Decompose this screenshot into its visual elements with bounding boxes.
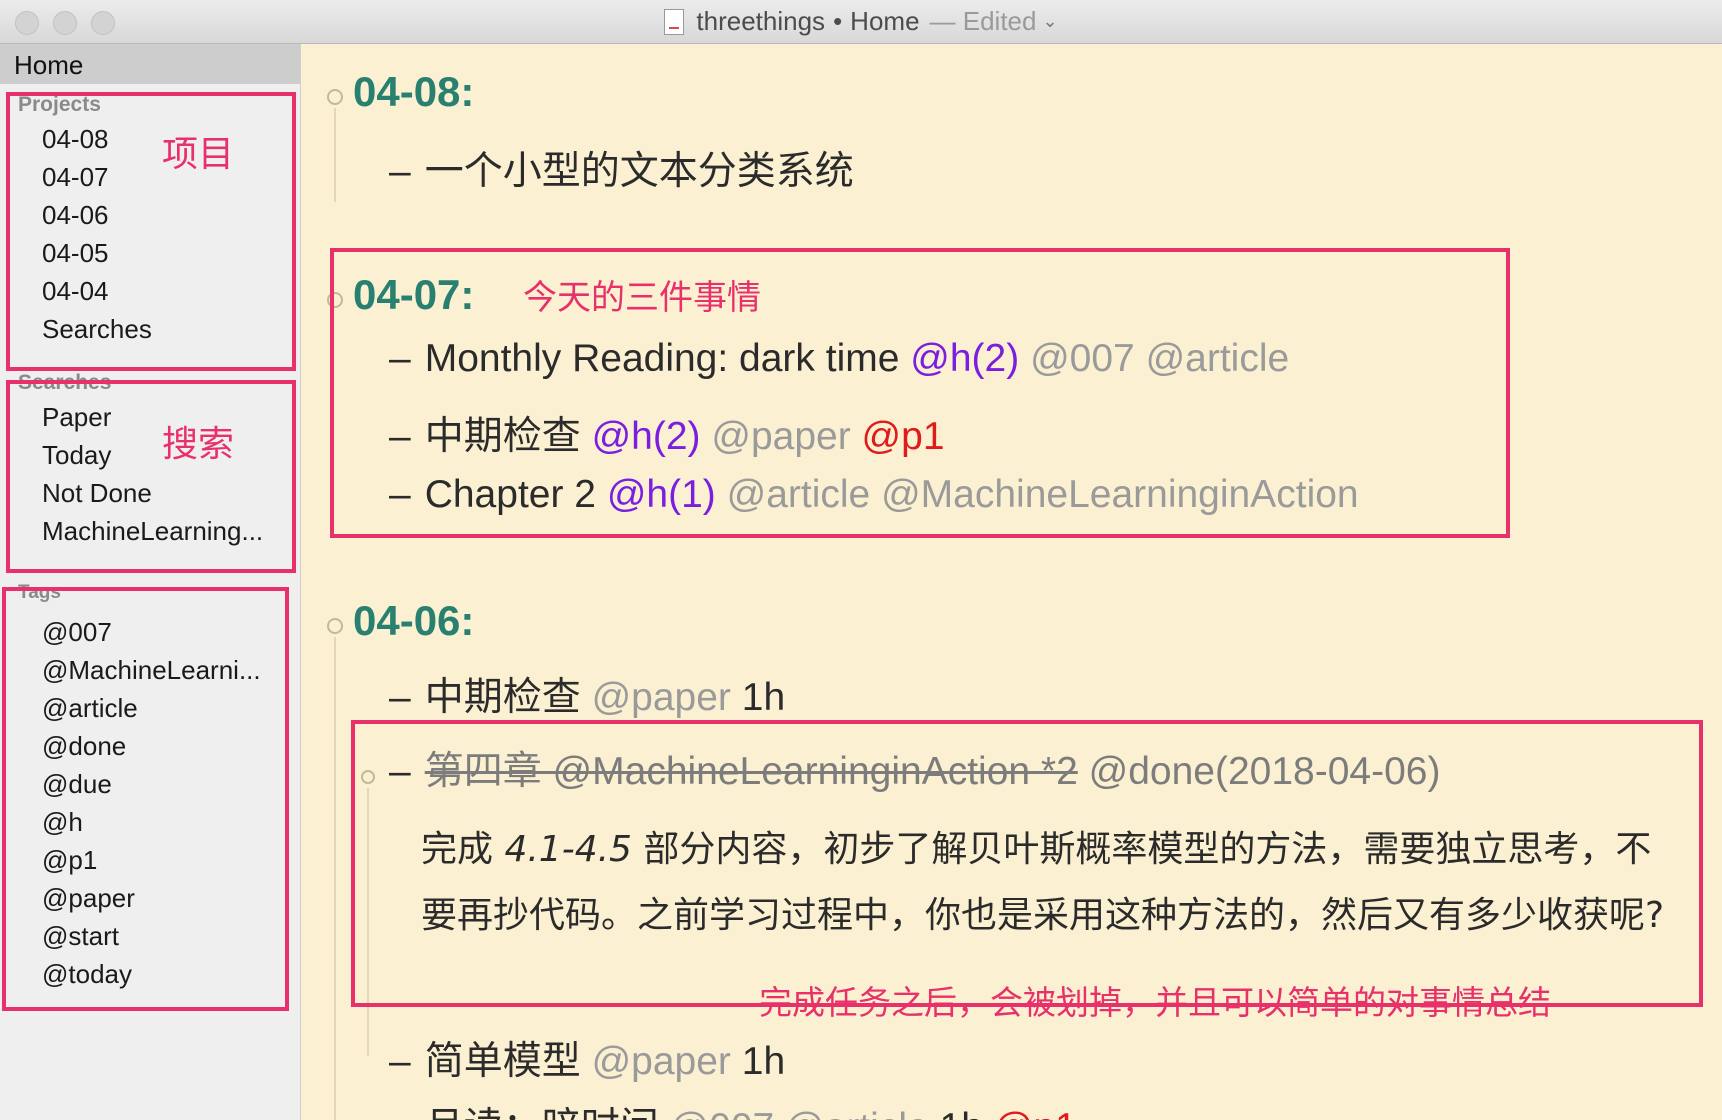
sidebar: Home Projects 04-08 04-07 04-06 04-05 04… <box>0 44 301 1120</box>
done-highlight-box <box>351 720 1703 1007</box>
edited-status[interactable]: — Edited <box>930 6 1037 37</box>
project-heading[interactable]: 04-06: <box>353 597 474 645</box>
sidebar-home-label: Home <box>14 50 84 80</box>
task-item[interactable]: – 中期检查 @paper 1h <box>389 666 785 722</box>
priority-tag[interactable]: @p1 <box>994 1106 1077 1120</box>
task-text: 月读：暗时间 <box>425 1106 659 1120</box>
duration-value: 1h <box>940 1106 983 1120</box>
projects-highlight-box <box>6 92 296 371</box>
task-text: 一个小型的文本分类系统 <box>424 150 854 193</box>
duration-value: 1h <box>741 676 786 719</box>
document-name[interactable]: Home <box>850 6 919 37</box>
task-tags[interactable]: @paper <box>592 1040 731 1083</box>
outline-bullet-icon[interactable] <box>327 618 343 634</box>
editor-area[interactable]: 04-08: – 一个小型的文本分类系统 04-07: 今天的三件事情 – Mont… <box>301 44 1722 1120</box>
outline-bullet-icon[interactable] <box>327 89 343 105</box>
task-tags[interactable]: @paper <box>592 676 731 719</box>
window-titlebar: threethings • Home — Edited ⌄ <box>0 0 1722 44</box>
task-tags[interactable]: @007 @article <box>670 1106 929 1120</box>
app-name: threethings <box>696 6 826 36</box>
task-item[interactable]: – 一个小型的文本分类系统 <box>389 140 854 196</box>
sidebar-home-item[interactable]: Home <box>0 44 300 84</box>
tags-highlight-box <box>2 587 289 1011</box>
project-heading[interactable]: 04-08: <box>353 68 474 116</box>
chevron-down-icon[interactable]: ⌄ <box>1042 11 1057 32</box>
searches-highlight-box <box>6 380 296 573</box>
today-highlight-box <box>330 248 1510 538</box>
task-text: 中期检查 <box>424 676 581 719</box>
task-text: 简单模型 <box>424 1040 581 1083</box>
outline-guide-line <box>334 108 336 202</box>
document-icon <box>664 8 685 35</box>
task-item[interactable]: – 简单模型 @paper 1h <box>389 1030 785 1086</box>
outline-guide-line <box>334 637 336 1120</box>
duration-value: 1h <box>741 1040 786 1083</box>
title-separator: • <box>833 6 843 36</box>
window-title: threethings • Home — Edited ⌄ <box>0 0 1722 43</box>
searches-annotation: 搜索 <box>162 424 235 465</box>
task-item[interactable]: –月读：暗时间 @007 @article 1h @p1 <box>389 1096 1077 1120</box>
projects-annotation: 项目 <box>162 134 235 175</box>
